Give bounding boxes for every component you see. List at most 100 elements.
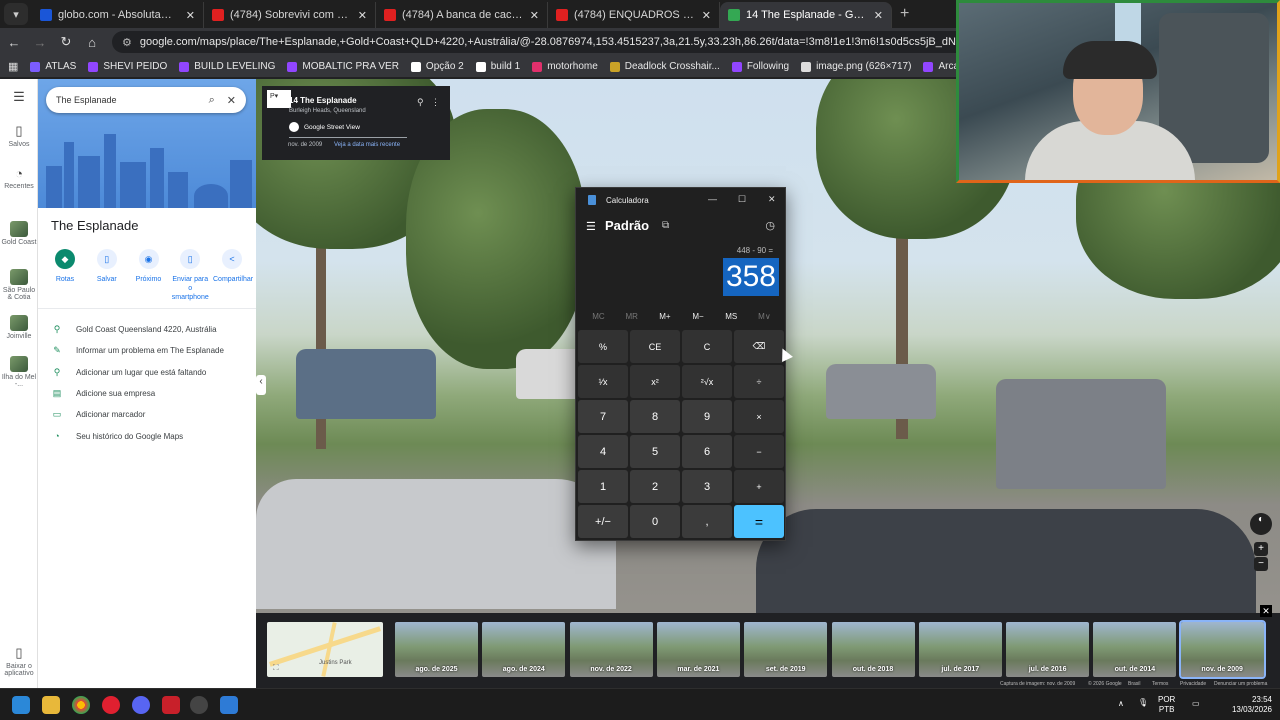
privacy-link[interactable]: Privacidade	[1180, 681, 1206, 687]
close-icon[interactable]: ✕	[530, 9, 539, 22]
action-button[interactable]: ▯ Salvar	[88, 249, 126, 302]
opera-icon[interactable]	[102, 696, 120, 714]
site-info-icon[interactable]: ⚙	[122, 36, 132, 49]
calc-key[interactable]: 1	[578, 470, 628, 503]
chrome-icon[interactable]	[72, 696, 90, 714]
info-item[interactable]: ⚲ Adicionar um lugar que está faltando	[50, 362, 255, 383]
timeline-thumbnail[interactable]: out. de 2014	[1093, 622, 1177, 677]
browser-tab-active[interactable]: 14 The Esplanade - Google Map ✕	[720, 2, 892, 28]
bookmark-item[interactable]: Deadlock Crosshair...	[609, 61, 720, 72]
zoom-in-button[interactable]: +	[1254, 542, 1268, 556]
memory-button[interactable]: M−	[682, 312, 715, 321]
rail-recent-place[interactable]: Gold Coast	[0, 221, 38, 246]
calc-key[interactable]: 7	[578, 400, 628, 433]
clock[interactable]: 23:54 13/03/2026	[1226, 695, 1272, 715]
apps-grid-icon[interactable]: ▦	[8, 60, 18, 73]
info-item[interactable]: ⚲ Gold Coast Queensland 4220, Austrália	[50, 319, 255, 340]
country-link[interactable]: Brasil	[1128, 681, 1141, 687]
browser-tab[interactable]: (4784) ENQUADROS DE MOTO ✕	[548, 2, 720, 28]
expand-icon[interactable]: ⛶	[273, 663, 279, 673]
timeline-thumbnail[interactable]: out. de 2018	[831, 622, 915, 677]
calc-key[interactable]: ×	[734, 400, 784, 433]
mini-map[interactable]: Justins Park ⛶	[267, 622, 383, 677]
memory-button[interactable]: M∨	[748, 312, 781, 321]
search-input[interactable]: The Esplanade	[56, 95, 197, 105]
bookmark-item[interactable]: motorhome	[532, 61, 598, 72]
info-item[interactable]: ▭ Adicionar marcador	[50, 404, 255, 425]
reload-icon[interactable]: ↻	[54, 34, 78, 50]
language-indicator[interactable]: POR PTB	[1158, 695, 1175, 715]
calc-key[interactable]: ²√x	[682, 365, 732, 398]
tab-search-button[interactable]: ▾	[4, 3, 28, 25]
timeline-thumbnail[interactable]: nov. de 2009	[1178, 620, 1266, 679]
action-button[interactable]: ◆ Rotas	[46, 249, 84, 302]
search-icon[interactable]: ⌕	[209, 94, 215, 107]
info-item[interactable]: ◔ Seu histórico do Google Maps	[50, 425, 255, 446]
home-icon[interactable]: ⌂	[80, 35, 104, 50]
maximize-button[interactable]: ☐	[738, 194, 746, 205]
terms-link[interactable]: Termos	[1152, 681, 1168, 687]
close-icon[interactable]: ✕	[358, 9, 367, 22]
network-icon[interactable]: ▭	[1192, 699, 1200, 709]
timeline-thumbnail[interactable]: mar. de 2021	[656, 622, 740, 677]
calc-key[interactable]: −	[734, 435, 784, 468]
bookmark-item[interactable]: Following	[731, 61, 789, 72]
calc-key[interactable]: %	[578, 330, 628, 363]
discord-icon[interactable]	[132, 696, 150, 714]
new-tab-button[interactable]: +	[900, 5, 909, 23]
compass-icon[interactable]: ◐	[1250, 513, 1272, 535]
address-bar[interactable]: ⚙ google.com/maps/place/The+Esplanade,+Go…	[112, 31, 992, 53]
calc-key[interactable]: 9	[682, 400, 732, 433]
timeline-thumbnail[interactable]: jul. de 2017	[918, 622, 1002, 677]
action-button[interactable]: < Compartilhar	[213, 249, 253, 302]
browser-tab[interactable]: (4784) Sobrevivi com um SALÁR ✕	[204, 2, 376, 28]
timeline-thumbnail[interactable]: ago. de 2024	[482, 622, 566, 677]
calc-key[interactable]: CE	[630, 330, 680, 363]
calc-key[interactable]: ÷	[734, 365, 784, 398]
file-explorer-icon[interactable]	[42, 696, 60, 714]
calc-key[interactable]: 5	[630, 435, 680, 468]
bookmark-item[interactable]: SHEVI PEIDO	[88, 61, 167, 72]
back-arrow-icon[interactable]: ←	[2, 35, 26, 50]
bookmark-item[interactable]: BUILD LEVELING	[179, 61, 275, 72]
report-link[interactable]: Denunciar um problema	[1214, 681, 1267, 687]
bookmark-item[interactable]: build 1	[475, 61, 520, 72]
calc-key[interactable]: =	[734, 505, 784, 538]
keep-on-top-icon[interactable]: ⧉	[662, 220, 669, 231]
browser-tab[interactable]: (4784) A banca de cachorros-q ✕	[376, 2, 548, 28]
pegman-icon[interactable]: P▾	[267, 90, 291, 108]
calc-key[interactable]: 6	[682, 435, 732, 468]
close-icon[interactable]: ✕	[1260, 605, 1272, 617]
close-icon[interactable]: ✕	[186, 9, 195, 22]
close-icon[interactable]: ✕	[227, 94, 236, 107]
calc-key[interactable]: +/−	[578, 505, 628, 538]
minimize-button[interactable]: —	[708, 194, 717, 204]
rail-recent-place[interactable]: Joinville	[0, 315, 38, 340]
location-pin-icon[interactable]: ⚲	[417, 97, 424, 108]
bookmark-item[interactable]: MOBALTIC PRA VER	[287, 61, 399, 72]
menu-icon[interactable]: ☰	[0, 89, 38, 107]
memory-button[interactable]: MS	[715, 312, 748, 321]
search-box[interactable]: The Esplanade ⌕ ✕	[46, 87, 246, 113]
obs-icon[interactable]	[190, 696, 208, 714]
rail-recent[interactable]: ◔ Recentes	[0, 166, 38, 190]
action-button[interactable]: ◉ Próximo	[130, 249, 168, 302]
bookmark-item[interactable]: image.png (626×717)	[801, 61, 911, 72]
calc-key[interactable]: 8	[630, 400, 680, 433]
windows-start-icon[interactable]	[12, 696, 30, 714]
chevron-up-icon[interactable]: ∧	[1118, 699, 1124, 709]
see-recent-link[interactable]: Veja a data mais recente	[334, 142, 400, 148]
calc-key[interactable]: ,	[682, 505, 732, 538]
calculator-taskbar-icon[interactable]	[220, 696, 238, 714]
memory-button[interactable]: MC	[582, 312, 615, 321]
memory-button[interactable]: M+	[648, 312, 681, 321]
calc-key[interactable]: ⌫	[734, 330, 784, 363]
close-icon[interactable]: ✕	[702, 9, 711, 22]
forward-arrow-icon[interactable]: →	[28, 35, 52, 50]
history-icon[interactable]: ◷	[765, 219, 775, 232]
rail-recent-place[interactable]: Ilha do Mel -...	[0, 356, 38, 388]
rail-saved[interactable]: ▯ Salvos	[0, 123, 38, 148]
action-button[interactable]: ▯ Enviar para o smartphone	[171, 249, 209, 302]
microphone-icon[interactable]: 🎙	[1138, 698, 1148, 708]
zoom-out-button[interactable]: −	[1254, 557, 1268, 571]
